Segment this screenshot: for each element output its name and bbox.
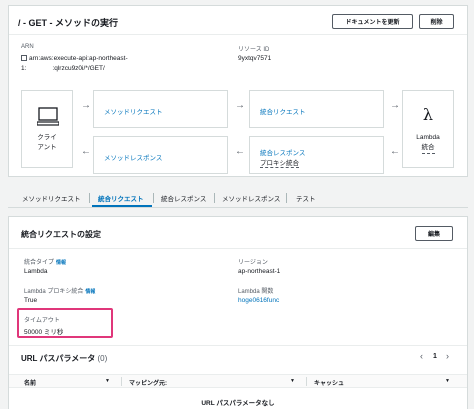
lambda-label: Lambda 統合 bbox=[403, 133, 453, 154]
column-divider bbox=[121, 377, 122, 386]
region-label: リージョン bbox=[238, 260, 268, 266]
method-response-box: メソッドレスポンス bbox=[93, 136, 228, 174]
divider bbox=[9, 34, 467, 35]
sort-icon[interactable]: ▼ bbox=[290, 378, 295, 384]
tab-divider bbox=[214, 193, 215, 203]
right-arrow-icon: → bbox=[390, 100, 400, 111]
client-label: クライ アント bbox=[37, 134, 57, 151]
delete-button[interactable]: 削除 bbox=[419, 14, 454, 29]
lambda-function-label: Lambda 関数 bbox=[238, 289, 274, 295]
arn-value-line2: 1: :qlrzcu9z0i/*/GET/ bbox=[21, 65, 105, 72]
column-header-cache: キャッシュ bbox=[314, 381, 345, 387]
left-arrow-icon: ← bbox=[81, 146, 91, 157]
sort-icon[interactable]: ▼ bbox=[445, 378, 450, 384]
chevron-right-icon[interactable]: › bbox=[446, 351, 449, 361]
resource-id-value: 9yxtqv7571 bbox=[238, 55, 272, 62]
tab-divider bbox=[89, 193, 90, 203]
update-documentation-button[interactable]: ドキュメントを更新 bbox=[332, 14, 413, 29]
info-link[interactable]: 情報 bbox=[56, 260, 66, 266]
left-arrow-icon: ← bbox=[235, 146, 245, 157]
integration-request-box: 統合リクエスト bbox=[249, 90, 384, 128]
column-divider bbox=[306, 377, 307, 386]
tabs-underline bbox=[8, 207, 468, 208]
lambda-proxy-value: True bbox=[24, 297, 38, 304]
column-header-mapping: マッピング元: bbox=[129, 381, 167, 387]
copy-icon[interactable] bbox=[21, 55, 27, 62]
empty-table-message: URL パスパラメータなし bbox=[201, 400, 275, 407]
lambda-node: λ Lambda 統合 bbox=[402, 90, 454, 168]
timeout-label: タイムアウト bbox=[24, 318, 60, 324]
method-execution-panel: / - GET - メソッドの実行 ドキュメントを更新 削除 ARN arn:a… bbox=[8, 5, 468, 177]
method-request-box: メソッドリクエスト bbox=[93, 90, 228, 128]
left-arrow-icon: ← bbox=[390, 146, 400, 157]
integration-type-value: Lambda bbox=[24, 268, 48, 275]
tab-method-request[interactable]: メソッドリクエスト bbox=[22, 193, 81, 203]
right-arrow-icon: → bbox=[235, 100, 245, 111]
timeout-value: 50000 ミリ秒 bbox=[24, 329, 64, 336]
edit-button[interactable]: 編集 bbox=[415, 226, 453, 241]
method-request-link[interactable]: メソッドリクエスト bbox=[104, 106, 163, 116]
tab-integration-request[interactable]: 統合リクエスト bbox=[98, 193, 144, 203]
client-node: クライ アント bbox=[21, 90, 73, 168]
tab-method-response[interactable]: メソッドレスポンス bbox=[222, 193, 280, 203]
sort-icon[interactable]: ▼ bbox=[105, 378, 110, 384]
url-params-title: URL パスパラメータ (0) bbox=[21, 354, 108, 363]
integration-response-link[interactable]: 統合レスポンス bbox=[260, 147, 305, 157]
arn-value: arn:aws:execute-api:ap-northeast- bbox=[21, 55, 128, 62]
tab-test[interactable]: テスト bbox=[296, 193, 316, 203]
page-title: / - GET - メソッドの実行 bbox=[18, 18, 118, 28]
tab-integration-response[interactable]: 統合レスポンス bbox=[161, 193, 206, 203]
info-link[interactable]: 情報 bbox=[85, 289, 95, 295]
right-arrow-icon: → bbox=[81, 100, 91, 111]
integration-request-link[interactable]: 統合リクエスト bbox=[260, 106, 306, 116]
lambda-icon: λ bbox=[422, 105, 434, 124]
region-value: ap-northeast-1 bbox=[238, 268, 281, 275]
table-header: 名前 ▼ マッピング元: ▼ キャッシュ ▼ bbox=[9, 374, 467, 388]
resource-id-label: リソース ID bbox=[238, 47, 270, 53]
lambda-function-link[interactable]: hoge0616func bbox=[238, 297, 279, 304]
method-response-link[interactable]: メソッドレスポンス bbox=[104, 152, 162, 162]
integration-response-box: 統合レスポンス プロキシ統合 bbox=[249, 136, 384, 174]
integration-request-settings-panel: 統合リクエストの設定 編集 統合タイプ 情報 Lambda リージョン ap-no… bbox=[8, 216, 468, 409]
chevron-left-icon[interactable]: ‹ bbox=[420, 351, 423, 361]
proxy-integration-label: プロキシ統合 bbox=[260, 157, 299, 168]
computer-icon bbox=[37, 107, 59, 126]
page-number[interactable]: 1 bbox=[433, 353, 437, 360]
settings-title: 統合リクエストの設定 bbox=[21, 230, 101, 239]
divider bbox=[9, 345, 467, 346]
tab-divider bbox=[286, 193, 287, 203]
integration-type-label: 統合タイプ 情報 bbox=[24, 260, 67, 266]
divider bbox=[9, 248, 467, 249]
lambda-proxy-label: Lambda プロキシ統合 情報 bbox=[24, 289, 96, 295]
column-header-name: 名前 bbox=[24, 381, 37, 387]
arn-label: ARN bbox=[21, 44, 34, 50]
tab-divider bbox=[153, 193, 154, 203]
